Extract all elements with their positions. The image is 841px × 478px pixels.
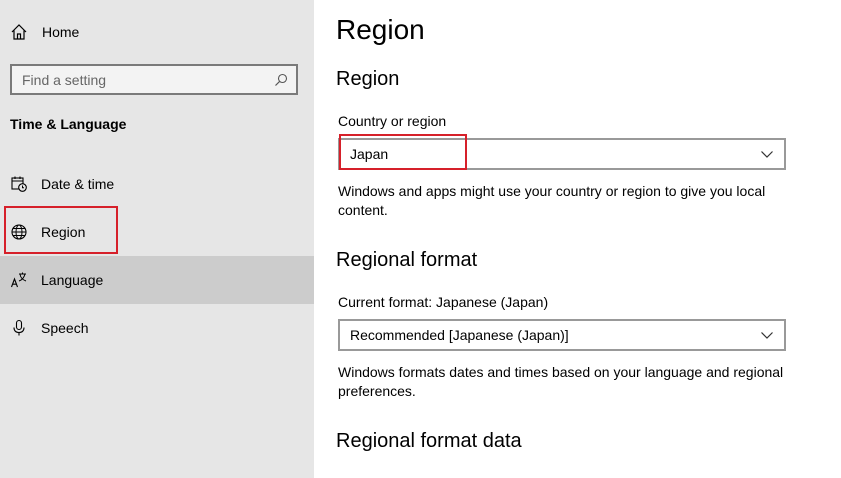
home-nav-item[interactable]: Home <box>10 20 79 44</box>
search-box[interactable] <box>10 64 298 95</box>
globe-icon <box>10 223 28 241</box>
search-input[interactable] <box>22 71 274 88</box>
search-icon[interactable] <box>274 73 288 87</box>
home-label: Home <box>42 24 80 40</box>
format-value: Recommended [Japanese (Japan)] <box>350 327 569 343</box>
country-dropdown[interactable]: Japan <box>338 138 786 170</box>
sidebar-item-label: Region <box>41 224 86 240</box>
sidebar-item-speech[interactable]: Speech <box>0 304 314 352</box>
country-value: Japan <box>350 146 389 162</box>
format-section-title: Regional format <box>336 249 478 271</box>
sidebar-item-label: Date & time <box>41 176 115 192</box>
sidebar-item-date-time[interactable]: Date & time <box>0 160 314 208</box>
format-data-section-title: Regional format data <box>336 430 522 452</box>
chevron-down-icon <box>760 328 774 342</box>
calendar-clock-icon <box>10 175 28 193</box>
current-format-label: Current format: Japanese (Japan) <box>338 294 549 310</box>
sidebar: Home Time & Language Date & time Region … <box>0 0 314 478</box>
country-description: Windows and apps might use your country … <box>338 183 766 218</box>
microphone-icon <box>10 319 28 337</box>
region-section-title: Region <box>336 68 400 90</box>
sidebar-item-region[interactable]: Region <box>0 208 314 256</box>
main-content: Region Region Country or region Japan Wi… <box>314 0 841 478</box>
page-title: Region <box>336 14 425 45</box>
country-label: Country or region <box>338 113 447 129</box>
section-title: Time & Language <box>10 116 127 132</box>
chevron-down-icon <box>760 147 774 161</box>
language-icon <box>10 271 28 289</box>
format-description: Windows formats dates and times based on… <box>338 364 784 399</box>
cut-off-content <box>469 470 549 478</box>
home-icon <box>10 23 28 41</box>
sidebar-item-language[interactable]: Language <box>0 256 314 304</box>
sidebar-item-label: Speech <box>41 320 89 336</box>
regional-format-dropdown[interactable]: Recommended [Japanese (Japan)] <box>338 319 786 351</box>
sidebar-item-label: Language <box>41 272 104 288</box>
